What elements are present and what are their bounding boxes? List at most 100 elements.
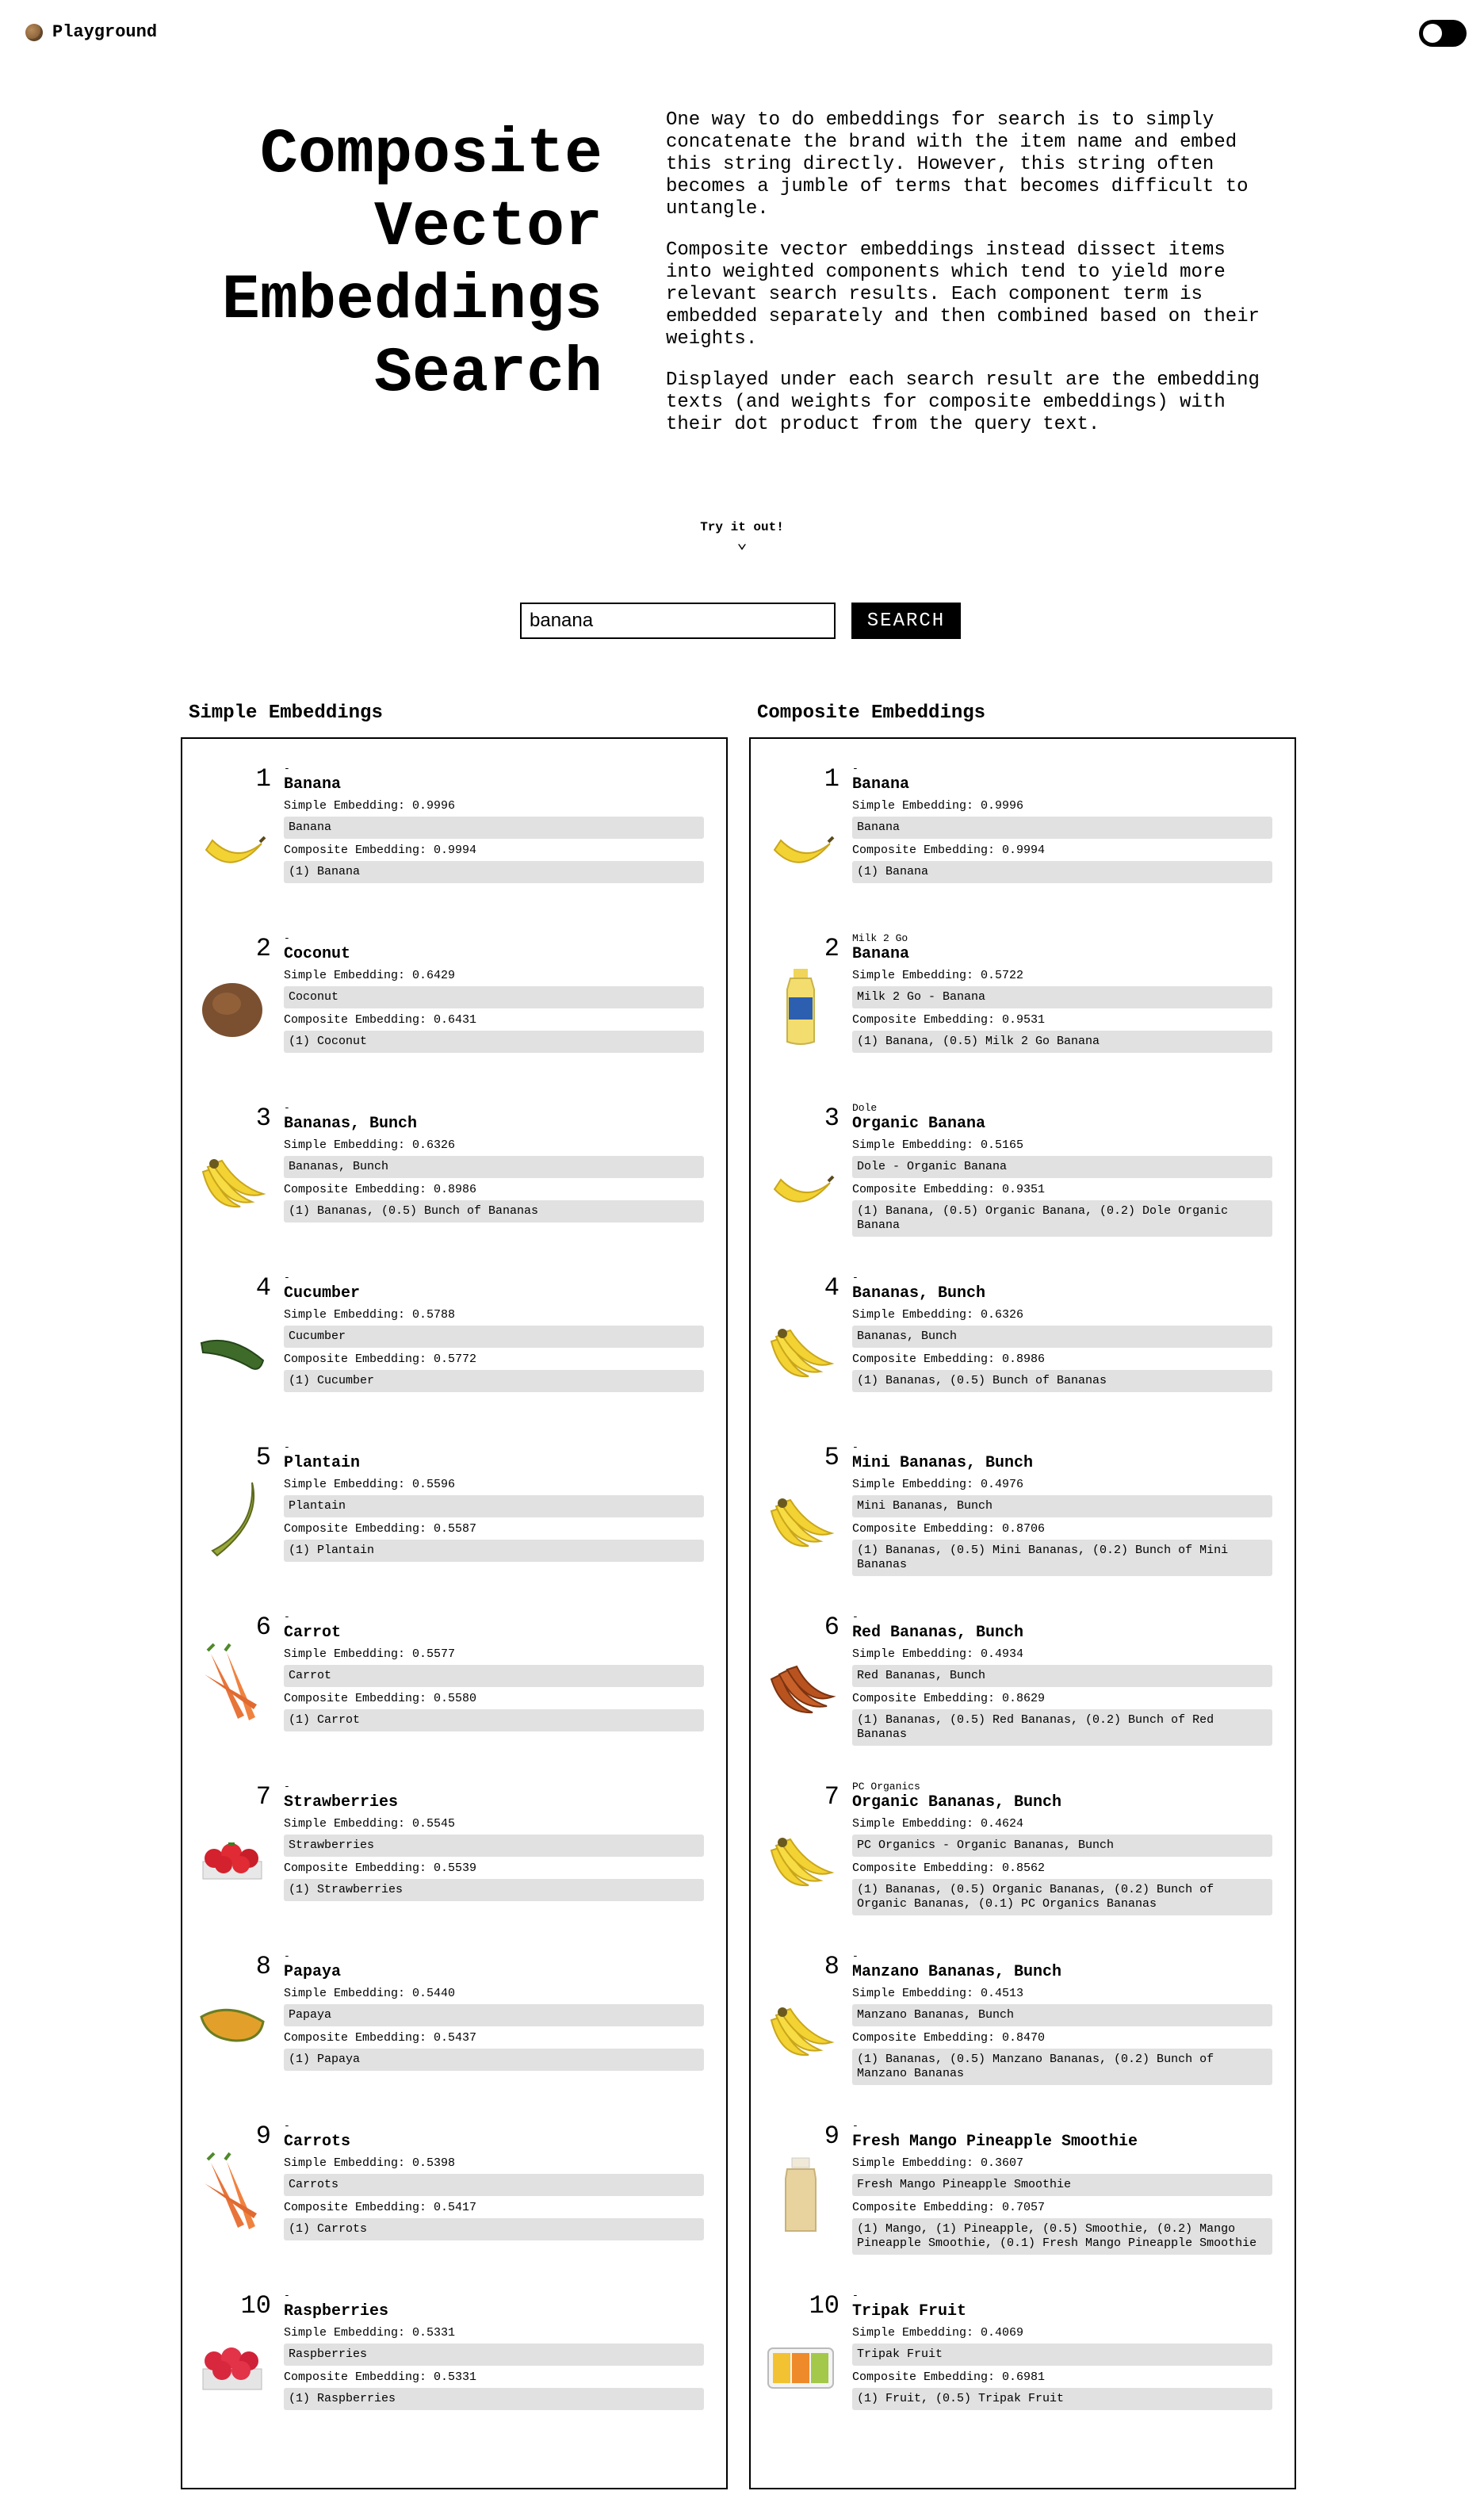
simple-embedding-caption: Simple Embedding: [852, 1478, 974, 1491]
composite-embedding-score: 0.7057 [1002, 2201, 1046, 2214]
composite-embedding-text: (1) Banana, (0.5) Organic Banana, (0.2) … [852, 1200, 1272, 1237]
result-name[interactable]: Mini Bananas, Bunch [852, 1454, 1272, 1473]
simple-column-title: Simple Embeddings [189, 702, 383, 724]
composite-column-title: Composite Embeddings [757, 702, 986, 724]
result-rank: 5 [255, 1443, 271, 1472]
simple-embedding-text: Banana [284, 817, 704, 839]
simple-embedding-label: Simple Embedding: 0.6326 [284, 1138, 704, 1153]
simple-embedding-label: Simple Embedding: 0.5331 [284, 2326, 704, 2340]
search-input[interactable] [520, 603, 836, 639]
simple-embedding-label: Simple Embedding: 0.5545 [284, 1817, 704, 1831]
result-name[interactable]: Raspberries [284, 2302, 704, 2321]
result-name[interactable]: Banana [852, 945, 1272, 964]
composite-embedding-label: Composite Embedding: 0.6981 [852, 2370, 1272, 2385]
composite-embedding-score: 0.6431 [434, 1013, 477, 1027]
result-rank: 6 [255, 1613, 271, 1642]
result-details: - Raspberries Simple Embedding: 0.5331 Rasp… [284, 2290, 704, 2410]
composite-embedding-text: (1) Bananas, (0.5) Red Bananas, (0.2) Bu… [852, 1709, 1272, 1746]
composite-embedding-text: (1) Carrots [284, 2218, 704, 2240]
result-rank: 4 [255, 1273, 271, 1303]
result-rank: 1 [824, 764, 840, 794]
result-rank: 5 [824, 1443, 840, 1472]
simple-embedding-text: Bananas, Bunch [284, 1156, 704, 1178]
simple-embedding-label: Simple Embedding: 0.5577 [284, 1647, 704, 1662]
result-name[interactable]: Banana [284, 775, 704, 794]
result-rank: 3 [824, 1104, 840, 1133]
result-brand: Milk 2 Go [852, 932, 908, 944]
banana-icon [197, 794, 268, 882]
result-rank: 10 [240, 2291, 271, 2321]
composite-embedding-score: 0.8470 [1002, 2031, 1046, 2045]
result-details: - Carrot Simple Embedding: 0.5577 Carrot Com… [284, 1611, 704, 1731]
result-name[interactable]: Organic Bananas, Bunch [852, 1793, 1272, 1812]
result-name[interactable]: Plantain [284, 1454, 704, 1473]
cucumber-icon [197, 1303, 268, 1391]
title-line: Embeddings [221, 265, 602, 337]
result-name[interactable]: Cucumber [284, 1284, 704, 1303]
composite-embedding-caption: Composite Embedding: [852, 844, 996, 857]
result-name[interactable]: Bananas, Bunch [284, 1115, 704, 1134]
composite-embedding-text: (1) Bananas, (0.5) Organic Bananas, (0.2… [852, 1879, 1272, 1915]
simple-embedding-label: Simple Embedding: 0.5722 [852, 969, 1272, 983]
composite-embedding-label: Composite Embedding: 0.8706 [852, 1522, 1272, 1536]
result-details: - Carrots Simple Embedding: 0.5398 Carrots C… [284, 2120, 704, 2240]
result-name[interactable]: Tripak Fruit [852, 2302, 1272, 2321]
result-name[interactable]: Red Bananas, Bunch [852, 1624, 1272, 1643]
result-name[interactable]: Bananas, Bunch [852, 1284, 1272, 1303]
search-button[interactable]: SEARCH [851, 603, 961, 639]
theme-toggle[interactable] [1419, 20, 1467, 47]
composite-embedding-label: Composite Embedding: 0.5417 [284, 2201, 704, 2215]
simple-embedding-text: Banana [852, 817, 1272, 839]
simple-embedding-text: Cucumber [284, 1326, 704, 1348]
composite-embedding-label: Composite Embedding: 0.8562 [852, 1861, 1272, 1876]
composite-embedding-caption: Composite Embedding: [852, 1183, 996, 1196]
composite-embedding-score: 0.8986 [1002, 1353, 1046, 1366]
papaya-icon [197, 1982, 268, 2069]
simple-embedding-caption: Simple Embedding: [852, 1138, 974, 1152]
result-details: - Banana Simple Embedding: 0.9996 Banana Com… [284, 763, 704, 883]
result-name[interactable]: Strawberries [284, 1793, 704, 1812]
page-title: Composite Vector Embeddings Search [182, 119, 602, 411]
raspberries-icon [197, 2321, 268, 2409]
result-brand: - [284, 1950, 290, 1962]
result-name[interactable]: Organic Banana [852, 1115, 1272, 1134]
simple-embedding-score: 0.4934 [981, 1647, 1024, 1661]
simple-embedding-score: 0.5788 [412, 1308, 456, 1322]
result-details: - Cucumber Simple Embedding: 0.5788 Cucumbe… [284, 1272, 704, 1392]
banana-icon [765, 794, 836, 882]
result-name[interactable]: Carrot [284, 1624, 704, 1643]
simple-embedding-label: Simple Embedding: 0.4513 [852, 1987, 1272, 2001]
result-name[interactable]: Banana [852, 775, 1272, 794]
composite-embedding-label: Composite Embedding: 0.8470 [852, 2031, 1272, 2045]
result-rank: 8 [824, 1952, 840, 1981]
simple-embedding-caption: Simple Embedding: [284, 1647, 406, 1661]
composite-embedding-text: (1) Fruit, (0.5) Tripak Fruit [852, 2388, 1272, 2410]
composite-embedding-label: Composite Embedding: 0.5539 [284, 1861, 704, 1876]
chevron-down-icon: ⌄ [736, 534, 748, 553]
simple-embedding-text: Fresh Mango Pineapple Smoothie [852, 2174, 1272, 2196]
composite-embedding-caption: Composite Embedding: [284, 1013, 427, 1027]
result-details: - Mini Bananas, Bunch Simple Embedding: 0.… [852, 1441, 1272, 1576]
composite-embedding-text: (1) Papaya [284, 2049, 704, 2071]
brand-name[interactable]: Playground [52, 22, 157, 42]
result-name[interactable]: Coconut [284, 945, 704, 964]
title-line: Composite [259, 119, 602, 191]
result-name[interactable]: Fresh Mango Pineapple Smoothie [852, 2133, 1272, 2152]
simple-embedding-caption: Simple Embedding: [852, 799, 974, 813]
simple-embedding-score: 0.4624 [981, 1817, 1024, 1831]
result-brand: - [852, 1272, 859, 1284]
result-brand: - [852, 1441, 859, 1453]
simple-embedding-score: 0.6326 [412, 1138, 456, 1152]
result-details: Dole Organic Banana Simple Embedding: 0.51… [852, 1102, 1272, 1237]
simple-embedding-score: 0.5545 [412, 1817, 456, 1831]
simple-embedding-score: 0.4513 [981, 1987, 1024, 2000]
result-name[interactable]: Carrots [284, 2133, 704, 2152]
result-rank: 2 [255, 934, 271, 963]
result-rank: 1 [255, 764, 271, 794]
result-name[interactable]: Papaya [284, 1963, 704, 1982]
result-name[interactable]: Manzano Bananas, Bunch [852, 1963, 1272, 1982]
composite-embedding-caption: Composite Embedding: [852, 1861, 996, 1875]
composite-embedding-caption: Composite Embedding: [852, 2370, 996, 2384]
composite-embedding-text: (1) Bananas, (0.5) Mini Bananas, (0.2) B… [852, 1540, 1272, 1576]
simple-embedding-score: 0.6326 [981, 1308, 1024, 1322]
